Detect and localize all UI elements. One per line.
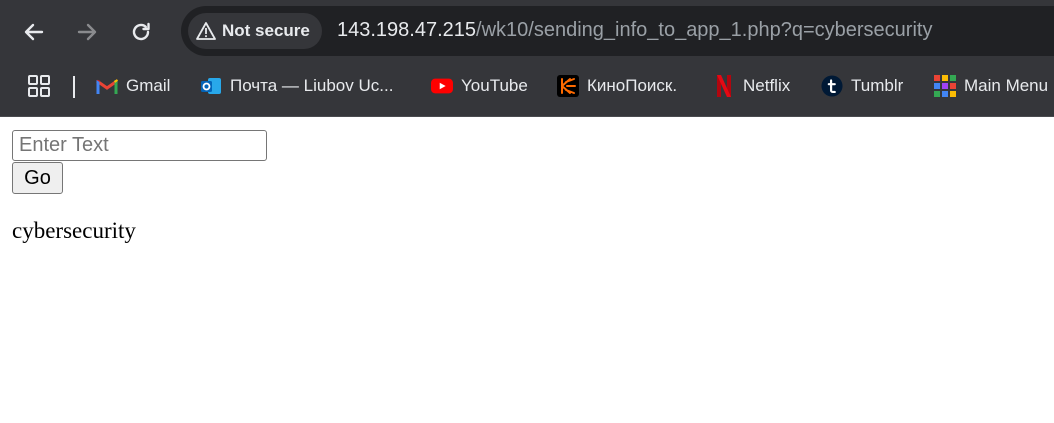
back-button[interactable] <box>14 12 54 52</box>
reload-icon <box>132 22 150 41</box>
bookmark-kinopoisk[interactable]: КиноПоиск. <box>557 71 677 101</box>
browser-toolbar: Not secure 143.198.47.215/wk10/sending_i… <box>0 0 1054 62</box>
bookmarks-bar: Gmail Почта — Liubov Uc... YouTube КиноП… <box>0 62 1054 117</box>
grid-menu-icon <box>934 75 956 97</box>
bookmark-label: Tumblr <box>851 76 904 95</box>
bookmark-youtube[interactable]: YouTube <box>431 71 528 101</box>
url-host: 143.198.47.215 <box>337 19 477 41</box>
bookmark-label: Main Menu <box>964 76 1049 95</box>
forward-button[interactable] <box>67 12 107 52</box>
bookmark-main-menu[interactable]: Main Menu <box>934 71 1048 101</box>
warning-triangle-icon <box>196 22 216 40</box>
forward-arrow-icon <box>77 23 97 41</box>
bookmark-tumblr[interactable]: Tumblr <box>821 71 903 101</box>
security-chip-label: Not secure <box>222 21 310 40</box>
address-bar[interactable]: Not secure 143.198.47.215/wk10/sending_i… <box>181 6 1054 56</box>
url-path: /wk10/sending_info_to_app_1.php?q=cybers… <box>476 19 933 41</box>
reload-button[interactable] <box>121 12 161 52</box>
kinopoisk-icon <box>557 75 579 97</box>
bookmark-label: Netflix <box>743 76 791 95</box>
security-chip[interactable]: Not secure <box>188 13 322 49</box>
bookmark-label: Почта — Liubov Uc... <box>230 76 394 95</box>
bookmark-label: КиноПоиск. <box>587 76 678 95</box>
bookmark-label: Gmail <box>126 76 171 95</box>
outlook-icon <box>200 75 222 97</box>
tumblr-icon <box>821 75 843 97</box>
bookmark-netflix[interactable]: Netflix <box>713 71 790 101</box>
netflix-icon <box>713 75 735 97</box>
youtube-icon <box>431 75 453 97</box>
gmail-icon <box>96 75 118 97</box>
back-arrow-icon <box>24 23 44 41</box>
bookmarks-divider <box>73 76 75 98</box>
result-text: cybersecurity <box>12 218 136 243</box>
apps-grid-icon[interactable] <box>27 74 51 98</box>
page-content: Go cybersecurity <box>0 117 1054 423</box>
bookmark-label: YouTube <box>461 76 528 95</box>
go-button[interactable]: Go <box>12 162 63 194</box>
text-input[interactable] <box>12 130 267 161</box>
bookmark-outlook[interactable]: Почта — Liubov Uc... <box>200 71 393 101</box>
url-text[interactable]: 143.198.47.215/wk10/sending_info_to_app_… <box>337 19 932 42</box>
bookmark-gmail[interactable]: Gmail <box>96 71 170 101</box>
